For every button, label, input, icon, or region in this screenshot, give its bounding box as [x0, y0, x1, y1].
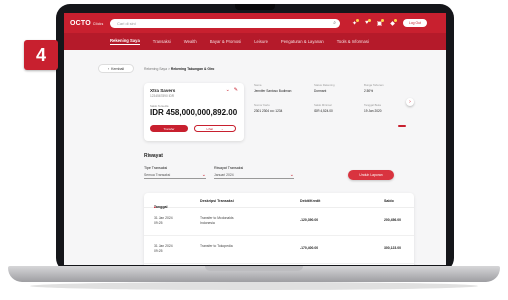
- filter-period-label: Riwayat Transaksi: [214, 166, 244, 170]
- breadcrumb: Rekening Saya > Rekening Tabungan & Giro: [144, 67, 215, 71]
- chevron-down-icon[interactable]: ⌄: [226, 87, 230, 93]
- cell-desc-line1: Transfer to Mcdonalds: [200, 216, 234, 220]
- nav-item-2[interactable]: Wealth: [184, 39, 197, 44]
- header-amount: Debit/Kredit: [300, 199, 321, 203]
- history-title: Riwayat: [144, 153, 163, 159]
- detail-key: Nomor Kartu: [254, 103, 270, 107]
- account-name: Xtra Savers: [150, 88, 176, 93]
- logout-button[interactable]: Log Out: [402, 19, 427, 27]
- detail-value: Dormant: [314, 89, 327, 93]
- top-bar: OCTO Clicks Cari di sini ⌕ ✦ ♥ ▣ ◆ Log Ou…: [64, 13, 446, 33]
- cell-desc-line1: Transfer to Tokopedia: [200, 244, 233, 248]
- nav-item-5[interactable]: Pengaturan & Layanan: [281, 39, 324, 44]
- step-badge: 4: [24, 40, 58, 70]
- breadcrumb-current: Rekening Tabungan & Giro: [170, 67, 215, 71]
- cell-date: 31 Jan 2024: [154, 216, 173, 220]
- chevron-left-icon: ‹: [107, 66, 110, 71]
- account-balance: IDR 458,000,000,892.00: [150, 108, 238, 117]
- header-balance: Saldo: [384, 199, 394, 203]
- chevron-down-icon: ⌄: [221, 126, 224, 131]
- nav-item-3[interactable]: Bayar & Promosi: [210, 39, 241, 44]
- detail-key: Bunga Tahunan: [364, 83, 384, 87]
- main-nav: Rekening Saya Transaksi Wealth Bayar & Prom…: [64, 33, 446, 50]
- edit-icon[interactable]: ✎: [234, 87, 238, 93]
- account-details: Nama Jennifer Santoso Budiman Status Reken…: [254, 83, 404, 127]
- nav-item-6[interactable]: Tools & Informasi: [337, 39, 369, 44]
- detail-item: Nomor Kartu 2301 2304 •••• 1234: [254, 103, 282, 113]
- table-row[interactable]: 31 Jan 2024 09:25 Transfer to Mcdonalds Ind…: [144, 208, 414, 236]
- transactions-table: Tanggal ▴ Deskripsi Transaksi Debit/Kred…: [144, 193, 414, 265]
- cell-amount: -120,390.00: [300, 218, 319, 222]
- pager-indicator: [398, 125, 406, 127]
- filter-type-label: Tipe Transaksi: [144, 166, 168, 170]
- app-logo[interactable]: OCTO Clicks: [70, 20, 110, 27]
- table-header: Tanggal ▴ Deskripsi Transaksi Debit/Kred…: [144, 193, 414, 209]
- cell-balance: 200,456.00: [384, 218, 401, 222]
- screenshot-stage: OCTO Clicks Cari di sini ⌕ ✦ ♥ ▣ ◆ Log Ou…: [0, 0, 508, 300]
- breadcrumb-root[interactable]: Rekening Saya: [144, 67, 167, 71]
- next-arrow-button[interactable]: ›: [406, 98, 414, 106]
- view-dropdown[interactable]: Lihat ⌄: [194, 125, 236, 132]
- detail-item: Bunga Tahunan 2.50%: [364, 83, 384, 93]
- account-card: Xtra Savers 1234567890 IDR ⌄ ✎ Saldo Ter…: [144, 83, 244, 141]
- top-icons: ✦ ♥ ▣ ◆: [352, 18, 397, 27]
- detail-item: Tanggal Buka 19 Jan 2020: [364, 103, 382, 113]
- detail-value: IDR 4,524.00: [314, 109, 333, 113]
- heart-icon[interactable]: ♥: [365, 19, 370, 26]
- chevron-down-icon: ⌄: [289, 171, 294, 178]
- detail-item: Nama Jennifer Santoso Budiman: [254, 83, 291, 93]
- gift-icon[interactable]: ✦: [352, 18, 360, 27]
- back-button[interactable]: ‹ Kembali: [98, 64, 134, 73]
- detail-key: Tanggal Buka: [364, 103, 381, 107]
- cell-balance: 300,123.00: [384, 246, 401, 250]
- chevron-down-icon: ⌄: [201, 171, 206, 178]
- download-report-button[interactable]: Unduh Laporan: [348, 170, 394, 180]
- detail-value: 2.50%: [364, 89, 374, 93]
- header-description: Deskripsi Transaksi: [200, 199, 234, 203]
- laptop-base-lip: [205, 266, 303, 271]
- detail-key: Nama: [254, 83, 262, 87]
- cell-date: 31 Jan 2024: [154, 244, 173, 248]
- detail-item: Saldo Minimal IDR 4,524.00: [314, 103, 333, 113]
- transfer-button[interactable]: Transfer: [150, 125, 188, 132]
- search-input[interactable]: Cari di sini ⌕: [110, 18, 340, 28]
- detail-key: Status Rekening: [314, 83, 335, 87]
- laptop-shadow: [30, 282, 478, 290]
- nav-item-4[interactable]: Leisure: [254, 39, 268, 44]
- chevron-right-icon: ›: [409, 99, 411, 105]
- account-actions: ⌄ ✎: [226, 87, 238, 93]
- laptop-screen: OCTO Clicks Cari di sini ⌕ ✦ ♥ ▣ ◆ Log Ou…: [64, 13, 446, 265]
- cell-time: 09:25: [154, 221, 163, 225]
- account-number: 1234567890 IDR: [150, 94, 175, 98]
- table-row[interactable]: 31 Jan 2024 09:25 Transfer to Tokopedia -17…: [144, 236, 414, 264]
- search-icon: ⌕: [333, 19, 336, 26]
- detail-value: Jennifer Santoso Budiman: [254, 89, 292, 93]
- cell-time: 09:25: [154, 249, 163, 253]
- detail-value: 2301 2304 •••• 1234: [254, 109, 283, 113]
- nav-item-0[interactable]: Rekening Saya: [110, 38, 140, 45]
- filter-period-select[interactable]: Januari 2024 ⌄: [214, 171, 294, 179]
- search-placeholder: Cari di sini: [117, 20, 136, 26]
- bell-icon[interactable]: ◆: [390, 18, 397, 27]
- detail-item: Status Rekening Dormant: [314, 83, 335, 93]
- filter-type-select[interactable]: Semua Transaksi ⌄: [144, 171, 206, 179]
- detail-key: Saldo Minimal: [314, 103, 332, 107]
- cell-amount: -170,400.00: [300, 246, 319, 250]
- detail-value: 19 Jan 2020: [364, 109, 382, 113]
- nav-item-1[interactable]: Transaksi: [153, 39, 171, 44]
- cell-desc-line2: Indonesia: [200, 221, 215, 225]
- laptop-notch: [235, 4, 275, 10]
- cart-icon[interactable]: ▣: [377, 18, 384, 27]
